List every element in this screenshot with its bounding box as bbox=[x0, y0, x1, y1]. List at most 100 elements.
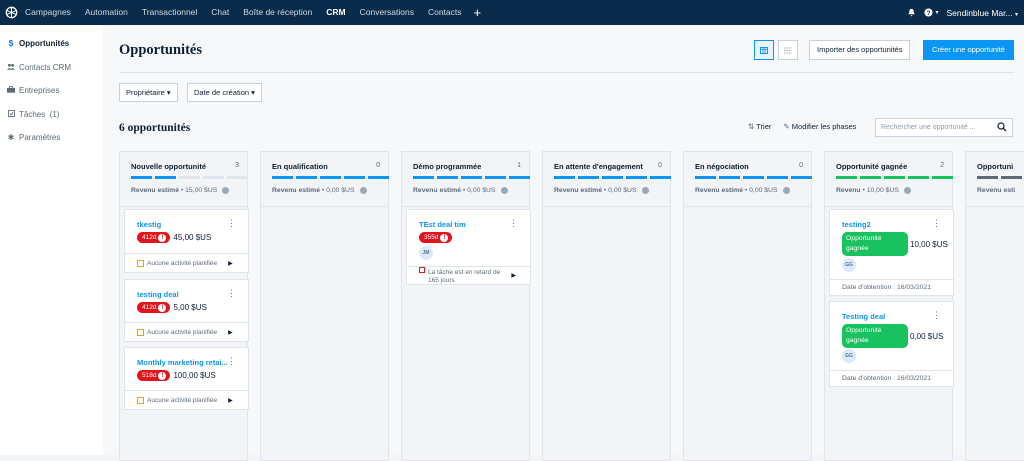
deal-title[interactable]: tkestig bbox=[137, 220, 227, 229]
pipeline-column-nouvelle: Nouvelle opportunité 3 Revenu estimé • 1… bbox=[119, 151, 249, 461]
deal-card[interactable]: TEst deal tim ⋮ 355d! JM La tâche est en… bbox=[406, 209, 531, 285]
more-options-icon[interactable]: ⋮ bbox=[227, 288, 236, 299]
caret-right-icon: ▶ bbox=[228, 260, 233, 267]
pipeline-column-gagnee: Opportunité gagnée 2 Revenu • 10,00 $US … bbox=[824, 151, 954, 461]
stage-progress-segment bbox=[650, 176, 671, 179]
deal-card[interactable]: tkestig ⋮ 412d! 45,00 $US Aucune activité… bbox=[124, 209, 249, 273]
more-options-icon[interactable]: ⋮ bbox=[227, 218, 236, 229]
creation-date-filter[interactable]: Date de création ▾ bbox=[187, 83, 262, 102]
column-divider bbox=[825, 206, 952, 207]
info-icon[interactable] bbox=[641, 187, 649, 194]
info-icon[interactable] bbox=[500, 187, 508, 194]
deal-card[interactable]: Monthly marketing retai... ⋮ 518d! 100,00… bbox=[124, 347, 249, 410]
stage-progress-segment bbox=[485, 176, 506, 179]
nav-contacts[interactable]: Contacts bbox=[421, 0, 469, 25]
stage-progress bbox=[413, 176, 530, 179]
edit-phases-button[interactable]: ✎ Modifier les phases bbox=[783, 122, 856, 131]
column-revenue: Revenu estimé • 0,00 $US bbox=[695, 187, 790, 194]
calendar-icon bbox=[137, 396, 144, 404]
nav-chat[interactable]: Chat bbox=[204, 0, 236, 25]
column-divider bbox=[966, 206, 1024, 207]
stage-progress-segment bbox=[743, 176, 764, 179]
deal-card[interactable]: Testing deal ⋮ Opportunité gagnée 0,00 $… bbox=[829, 301, 954, 387]
top-navigation-bar: Campagnes Automation Transactionnel Chat… bbox=[0, 0, 1024, 25]
page-title: Opportunités bbox=[119, 42, 202, 58]
column-divider bbox=[120, 206, 247, 207]
caret-right-icon: ▶ bbox=[511, 273, 516, 279]
stage-progress-segment bbox=[437, 176, 458, 179]
sidebar-item-label: Contacts CRM bbox=[19, 62, 72, 72]
avatar[interactable]: GG bbox=[842, 349, 856, 363]
nav-inbox[interactable]: Boîte de réception bbox=[236, 0, 319, 25]
more-options-icon[interactable]: ⋮ bbox=[932, 218, 941, 229]
stage-progress-segment bbox=[413, 176, 434, 179]
activity-footer[interactable]: Aucune activité planifiée ▶ bbox=[125, 390, 248, 409]
column-title: Opportunité gagnée bbox=[836, 162, 908, 171]
sidebar-item-parametres[interactable]: ✱ Paramètres bbox=[0, 126, 103, 150]
stage-progress-segment bbox=[908, 176, 929, 179]
pipeline-column-demo: Démo programmée 1 Revenu estimé • 0,00 $… bbox=[401, 151, 531, 461]
sort-button[interactable]: ⇅ Trier bbox=[748, 122, 771, 131]
more-options-icon[interactable]: ⋮ bbox=[932, 310, 941, 321]
deal-title[interactable]: TEst deal tim bbox=[419, 220, 509, 229]
more-options-icon[interactable]: ⋮ bbox=[227, 356, 236, 367]
more-options-icon[interactable]: ⋮ bbox=[509, 218, 518, 229]
deal-value: 100,00 $US bbox=[173, 371, 216, 380]
info-icon[interactable] bbox=[222, 187, 230, 194]
pipeline-column-truncated: Opportuni Revenu esti bbox=[965, 151, 1024, 461]
age-badge: 518d! bbox=[137, 370, 171, 381]
info-icon[interactable] bbox=[782, 187, 790, 194]
stage-progress-segment bbox=[368, 176, 389, 179]
help-icon[interactable]: ? ▾ bbox=[924, 8, 938, 17]
calendar-icon bbox=[137, 328, 144, 336]
sidebar-item-entreprises[interactable]: Entreprises bbox=[0, 79, 103, 103]
sidebar-item-opportunites[interactable]: $ Opportunités bbox=[0, 32, 103, 56]
column-revenue: Revenu • 10,00 $US bbox=[836, 187, 911, 194]
stage-progress-segment bbox=[320, 176, 341, 179]
svg-text:?: ? bbox=[927, 10, 931, 17]
stage-progress-segment bbox=[155, 176, 176, 179]
deal-card[interactable]: testing2 ⋮ Opportunité gagnée 10,00 $US … bbox=[829, 209, 954, 296]
bell-icon[interactable] bbox=[907, 8, 916, 17]
deal-value: 45,00 $US bbox=[173, 233, 212, 242]
stage-progress-segment bbox=[203, 176, 224, 179]
stage-progress bbox=[272, 176, 389, 179]
deal-title[interactable]: testing deal bbox=[137, 290, 227, 299]
add-icon[interactable]: + bbox=[469, 0, 487, 25]
column-count: 2 bbox=[940, 162, 944, 169]
nav-automation[interactable]: Automation bbox=[78, 0, 135, 25]
list-view-button[interactable] bbox=[778, 40, 798, 60]
column-revenue: Revenu estimé • 0,00 $US bbox=[272, 187, 367, 194]
nav-conversations[interactable]: Conversations bbox=[353, 0, 421, 25]
kanban-view-button[interactable] bbox=[754, 40, 774, 60]
account-menu[interactable]: Sendinblue Mar... ▾ bbox=[946, 8, 1018, 18]
deal-title[interactable]: Monthly marketing retai... bbox=[137, 358, 227, 367]
building-icon bbox=[3, 86, 19, 95]
avatar[interactable]: JM bbox=[419, 246, 433, 260]
info-icon[interactable] bbox=[903, 187, 911, 194]
stage-progress-segment bbox=[695, 176, 716, 179]
sidebar-item-contacts-crm[interactable]: Contacts CRM bbox=[0, 56, 103, 80]
info-icon[interactable] bbox=[359, 187, 367, 194]
sendinblue-logo-icon[interactable] bbox=[0, 0, 22, 25]
deal-title[interactable]: Testing deal bbox=[842, 312, 932, 321]
owner-filter[interactable]: Propriétaire ▾ bbox=[119, 83, 178, 102]
nav-transactionnel[interactable]: Transactionnel bbox=[135, 0, 204, 25]
nav-crm[interactable]: CRM bbox=[319, 0, 352, 25]
caret-right-icon: ▶ bbox=[228, 397, 233, 404]
search-input[interactable]: Rechercher une opportunité ... bbox=[875, 118, 1013, 137]
activity-footer[interactable]: Aucune activité planifiée ▶ bbox=[125, 253, 248, 272]
sidebar-item-taches[interactable]: Tâches (1) bbox=[0, 103, 103, 127]
deal-card[interactable]: testing deal ⋮ 412d! 5,00 $US Aucune acti… bbox=[124, 279, 249, 342]
nav-campagnes[interactable]: Campagnes bbox=[22, 0, 78, 25]
create-opportunity-button[interactable]: Créer une opportunité bbox=[923, 40, 1014, 60]
deal-title[interactable]: testing2 bbox=[842, 220, 932, 229]
sidebar-item-label: Entreprises bbox=[19, 86, 60, 96]
import-opportunities-button[interactable]: Importer des opportunités bbox=[809, 40, 911, 60]
avatar[interactable]: GG bbox=[842, 258, 856, 272]
column-title: En attente d'engagement bbox=[554, 162, 643, 171]
stage-progress-segment bbox=[578, 176, 599, 179]
activity-footer[interactable]: Aucune activité planifiée ▶ bbox=[125, 322, 248, 341]
late-task-footer[interactable]: La tâche est en retard de 165 jours ▶ bbox=[407, 266, 530, 284]
stage-progress bbox=[131, 176, 248, 179]
